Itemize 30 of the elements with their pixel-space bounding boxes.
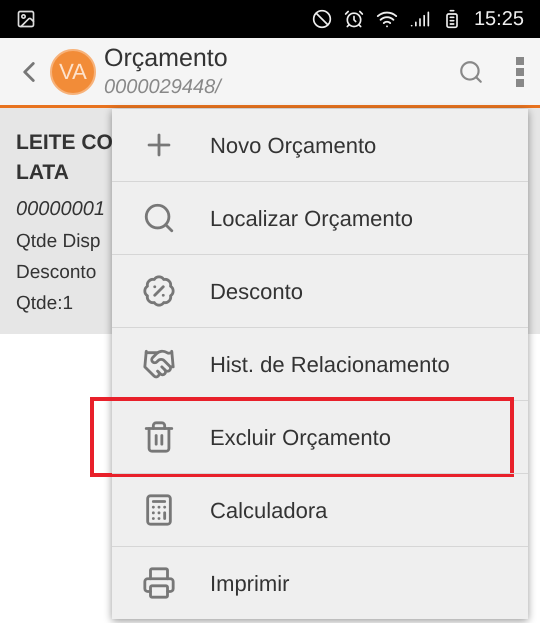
product-name: LATA — [16, 160, 69, 186]
product-detail: Qtde Disp — [16, 230, 100, 254]
avatar: VA — [50, 48, 96, 94]
menu-item[interactable]: Hist. de Relacionamento — [112, 328, 528, 400]
clock-time: 15:25 — [474, 7, 524, 32]
menu-item[interactable]: Localizar Orçamento — [112, 182, 528, 254]
budget-number: 0000029448/ — [104, 74, 224, 100]
menu-item[interactable]: Excluir Orçamento — [94, 401, 510, 473]
search-button[interactable] — [458, 58, 484, 84]
more-options-button[interactable] — [516, 56, 524, 86]
menu-item[interactable]: Desconto — [112, 255, 528, 327]
signal-icon — [410, 9, 430, 29]
do-not-disturb-icon — [312, 9, 332, 29]
product-detail: Qtde:1 — [16, 292, 74, 316]
search-icon — [142, 201, 176, 235]
product-name: LEITE CO — [16, 130, 113, 156]
menu-item[interactable]: Imprimir — [112, 547, 528, 619]
screen-title: Orçamento — [104, 43, 228, 74]
menu-item[interactable]: Calculadora — [112, 474, 528, 546]
alarm-icon — [344, 9, 364, 29]
product-detail: Desconto — [16, 261, 96, 285]
handshake-icon — [142, 347, 176, 381]
search-icon — [458, 58, 484, 84]
printer-icon — [142, 566, 176, 600]
menu-item[interactable]: Novo Orçamento — [112, 109, 528, 181]
image-notification-icon — [16, 9, 36, 29]
product-code: 00000001 — [16, 197, 105, 222]
more-icon — [516, 56, 524, 86]
percent-badge-icon — [142, 274, 176, 308]
trash-icon — [142, 420, 176, 454]
